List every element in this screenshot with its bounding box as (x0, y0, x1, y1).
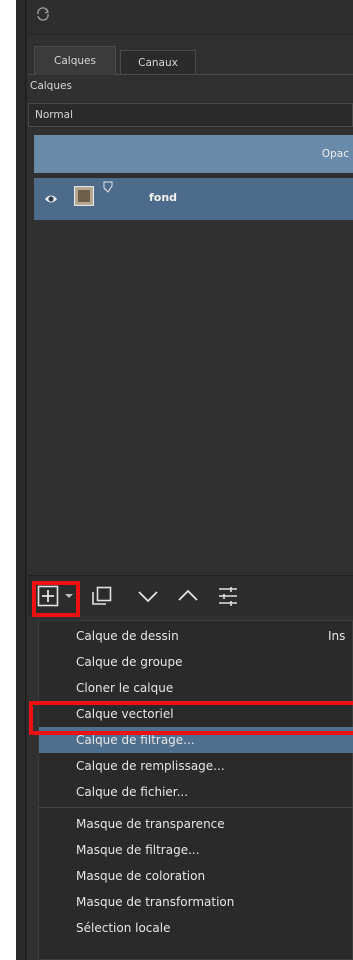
menu-item-calque-de-groupe[interactable]: Calque de groupe (39, 649, 353, 675)
left-dock-strip (16, 0, 28, 960)
layer-row[interactable]: fond (34, 178, 353, 220)
menu-item-masque-de-transformation[interactable]: Masque de transformation (39, 889, 353, 915)
layers-docker: Calques Canaux Calques Normal Opac fond (28, 0, 353, 960)
menu-separator (39, 807, 353, 808)
eye-icon[interactable] (44, 193, 58, 205)
move-layer-down-button[interactable] (136, 584, 160, 608)
dropdown-arrow-icon[interactable] (64, 591, 74, 601)
tab-calques[interactable]: Calques (34, 46, 116, 75)
section-title: Calques (30, 80, 72, 92)
properties-icon (219, 587, 237, 606)
move-layer-up-button[interactable] (176, 584, 200, 608)
layers-toolbar (28, 575, 353, 617)
paint-layer-icon (102, 181, 114, 193)
float-docker-icon[interactable] (35, 6, 51, 22)
move-up-icon (178, 589, 198, 601)
opacity-slider[interactable]: Opac (34, 135, 353, 173)
tab-canaux[interactable]: Canaux (120, 50, 196, 74)
menu-item-selection-locale[interactable]: Sélection locale (39, 915, 353, 941)
menu-item-calque-de-fichier[interactable]: Calque de fichier... (39, 779, 353, 805)
blend-mode-select[interactable]: Normal (28, 103, 353, 127)
screen-left-margin (0, 0, 16, 960)
menu-item-cloner-le-calque[interactable]: Cloner le calque (39, 675, 353, 701)
add-layer-menu: Calque de dessin Ins Calque de groupe Cl… (38, 620, 353, 960)
opacity-label: Opac (321, 148, 349, 160)
menu-item-masque-de-transparence[interactable]: Masque de transparence (39, 811, 353, 837)
layer-name: fond (149, 191, 178, 204)
menu-item-calque-de-remplissage[interactable]: Calque de remplissage... (39, 753, 353, 779)
docker-tabs: Calques Canaux (28, 46, 353, 75)
thumbnail-image (78, 190, 90, 202)
dock-divider (25, 0, 26, 960)
menu-item-calque-vectoriel[interactable]: Calque vectoriel (39, 701, 353, 727)
menu-item-calque-de-dessin[interactable]: Calque de dessin Ins (39, 623, 353, 649)
duplicate-icon (92, 586, 112, 605)
layer-properties-button[interactable] (216, 584, 240, 608)
duplicate-layer-button[interactable] (90, 584, 114, 608)
menu-item-masque-de-filtrage[interactable]: Masque de filtrage... (39, 837, 353, 863)
add-layer-icon (37, 585, 59, 607)
menu-shortcut: Ins (328, 629, 346, 643)
docker-titlebar (28, 0, 353, 35)
menu-item-masque-de-coloration[interactable]: Masque de coloration (39, 863, 353, 889)
add-layer-button[interactable] (36, 584, 60, 608)
move-down-icon (138, 591, 158, 603)
menu-item-calque-de-filtrage[interactable]: Calque de filtrage... (39, 727, 353, 753)
layer-thumbnail (74, 186, 94, 206)
